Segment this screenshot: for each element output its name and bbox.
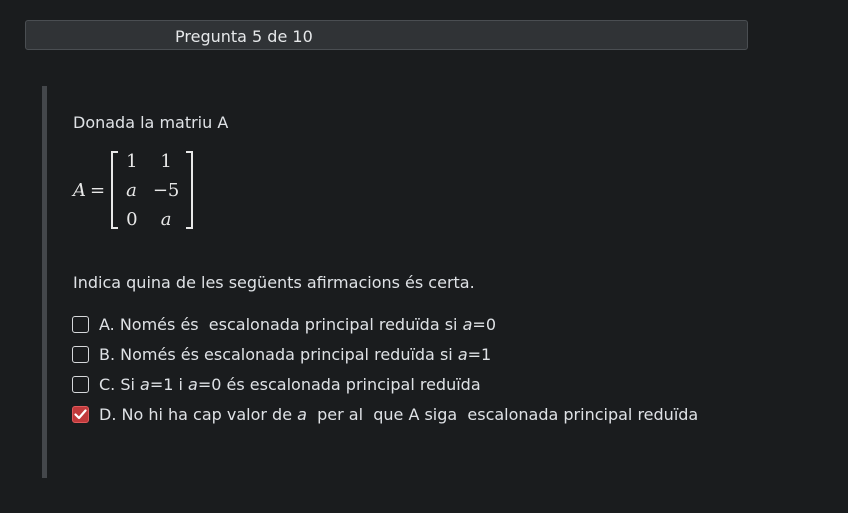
question-counter: Pregunta 5 de 10 bbox=[175, 27, 313, 46]
option-b-label: B. Només és escalonada principal reduïda… bbox=[99, 344, 492, 364]
matrix-name: A bbox=[73, 179, 86, 201]
matrix-cell: 1 bbox=[160, 150, 172, 172]
option-c[interactable]: C. Si a=1 i a=0 és escalonada principal … bbox=[72, 369, 698, 399]
matrix-cell: a bbox=[126, 179, 137, 201]
checkbox-b[interactable] bbox=[72, 345, 89, 363]
question-instruction: Indica quina de les següents afirmacions… bbox=[73, 273, 475, 292]
option-a-label: A. Només és escalonada principal reduïda… bbox=[99, 314, 496, 334]
answer-options: A. Només és escalonada principal reduïda… bbox=[72, 309, 698, 429]
option-d[interactable]: D. No hi ha cap valor de a per al que A … bbox=[72, 399, 698, 429]
matrix-cell: 0 bbox=[126, 208, 138, 230]
matrix-right-bracket bbox=[186, 151, 194, 229]
option-b[interactable]: B. Només és escalonada principal reduïda… bbox=[72, 339, 698, 369]
question-prompt: Donada la matriu A bbox=[73, 113, 229, 132]
question-accent-bar bbox=[42, 86, 47, 478]
checkbox-a[interactable] bbox=[72, 315, 89, 333]
matrix-equation: A = 1 1 a −5 0 a bbox=[73, 145, 194, 235]
checkbox-c[interactable] bbox=[72, 375, 89, 393]
matrix-cell: a bbox=[160, 208, 172, 230]
checkmark-icon bbox=[74, 408, 87, 419]
option-c-label: C. Si a=1 i a=0 és escalonada principal … bbox=[99, 374, 481, 394]
matrix-cell: 1 bbox=[126, 150, 138, 172]
matrix-left-bracket bbox=[111, 151, 119, 229]
equals-sign: = bbox=[90, 179, 106, 201]
option-a[interactable]: A. Només és escalonada principal reduïda… bbox=[72, 309, 698, 339]
question-counter-bar: Pregunta 5 de 10 bbox=[25, 20, 748, 50]
option-d-label: D. No hi ha cap valor de a per al que A … bbox=[99, 404, 699, 424]
matrix-cell: −5 bbox=[152, 179, 180, 201]
matrix-grid: 1 1 a −5 0 a bbox=[118, 147, 186, 234]
checkbox-d[interactable] bbox=[72, 405, 89, 423]
